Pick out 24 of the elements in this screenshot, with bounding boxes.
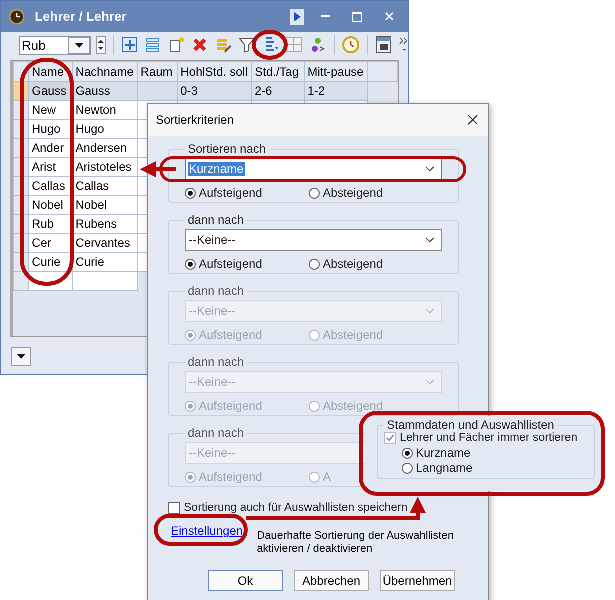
table-cell: Gauss: [72, 82, 138, 100]
group-label: Stammdaten und Auswahllisten: [386, 418, 556, 432]
table-cell: Newton: [72, 100, 138, 120]
table-cell: Cervantes: [72, 234, 138, 252]
group-label: dann nach: [187, 426, 246, 440]
group-label: dann nach: [187, 355, 246, 369]
group-label: Sortieren nach: [187, 142, 268, 156]
group-label: dann nach: [187, 213, 246, 227]
table-cell: 1-2: [304, 82, 368, 100]
window-title: Lehrer / Lehrer: [35, 9, 128, 24]
table-cell: Callas: [72, 176, 138, 196]
group-label: dann nach: [187, 284, 246, 298]
table-cell: Hugo: [72, 120, 138, 138]
table-cell: Aristoteles: [72, 158, 138, 176]
table-cell: Rubens: [72, 214, 138, 234]
checkbox-label: Lehrer und Fächer immer sortieren: [400, 432, 578, 444]
table-cell: 0-3: [177, 82, 252, 100]
table-cell: Nobel: [72, 196, 138, 214]
table-cell: Curie: [72, 252, 138, 272]
dialog-title: Sortierkriterien: [156, 113, 234, 127]
checkbox-label: Sortierung auch für Auswahllisten speichern: [184, 502, 408, 514]
link-description: Dauerhafte Sortierung der Auswahllisten aktivieren / deaktivieren: [257, 530, 455, 556]
table-cell: 2-6: [251, 82, 304, 100]
table-cell: Andersen: [72, 138, 138, 158]
